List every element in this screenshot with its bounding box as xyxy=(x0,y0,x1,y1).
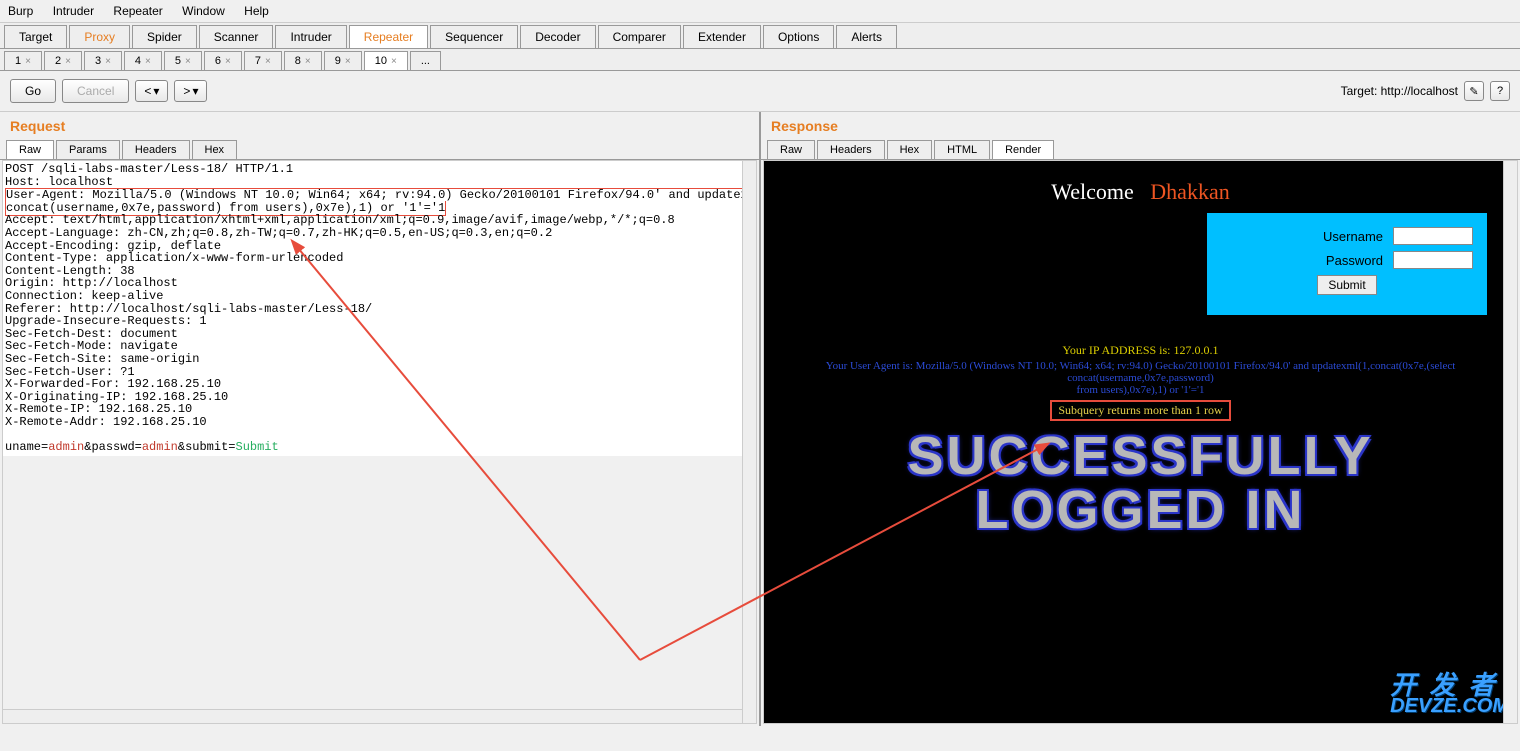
subtab-headers[interactable]: Headers xyxy=(122,140,190,159)
password-label: Password xyxy=(1326,253,1383,268)
history-back-button[interactable]: <▾ xyxy=(135,80,168,102)
close-icon[interactable]: × xyxy=(25,56,31,67)
subtab-headers[interactable]: Headers xyxy=(817,140,885,159)
close-icon[interactable]: × xyxy=(305,56,311,67)
welcome-heading: Welcome Dhakkan xyxy=(764,161,1517,213)
menu-intruder[interactable]: Intruder xyxy=(53,4,94,18)
session-tab-8[interactable]: 8× xyxy=(284,51,322,70)
tab-proxy[interactable]: Proxy xyxy=(69,25,130,48)
tab-spider[interactable]: Spider xyxy=(132,25,197,48)
tab-options[interactable]: Options xyxy=(763,25,834,48)
close-icon[interactable]: × xyxy=(265,56,271,67)
username-label: Username xyxy=(1323,229,1383,244)
watermark: 开 发 者 DEVZE.COM xyxy=(1390,674,1509,715)
dhakkan-label: Dhakkan xyxy=(1150,179,1229,204)
tab-scanner[interactable]: Scanner xyxy=(199,25,274,48)
menu-bar: Burp Intruder Repeater Window Help xyxy=(0,0,1520,23)
session-tab-6[interactable]: 6× xyxy=(204,51,242,70)
tab-alerts[interactable]: Alerts xyxy=(836,25,897,48)
tab-extender[interactable]: Extender xyxy=(683,25,761,48)
menu-burp[interactable]: Burp xyxy=(8,4,33,18)
main-tabs: Target Proxy Spider Scanner Intruder Rep… xyxy=(0,23,1520,49)
request-title: Request xyxy=(0,112,759,140)
tab-target[interactable]: Target xyxy=(4,25,67,48)
close-icon[interactable]: × xyxy=(225,56,231,67)
user-agent-line: Your User Agent is: Mozilla/5.0 (Windows… xyxy=(764,360,1517,396)
caret-down-icon: ▾ xyxy=(153,84,159,98)
ip-address-line: Your IP ADDRESS is: 127.0.0.1 xyxy=(764,343,1517,358)
menu-help[interactable]: Help xyxy=(244,4,269,18)
response-title: Response xyxy=(761,112,1520,140)
session-tab-5[interactable]: 5× xyxy=(164,51,202,70)
request-editor[interactable]: POST /sqli-labs-master/Less-18/ HTTP/1.1… xyxy=(2,160,757,724)
edit-target-button[interactable]: ✎ xyxy=(1464,81,1484,101)
response-subtabs: Raw Headers Hex HTML Render xyxy=(761,140,1520,160)
scrollbar-vertical[interactable] xyxy=(1503,161,1517,723)
chevron-right-icon: > xyxy=(183,84,190,98)
subtab-render[interactable]: Render xyxy=(992,140,1054,159)
username-input[interactable] xyxy=(1393,227,1473,245)
chevron-left-icon: < xyxy=(144,84,151,98)
session-tabs: 1× 2× 3× 4× 5× 6× 7× 8× 9× 10× ... xyxy=(0,49,1520,71)
go-button[interactable]: Go xyxy=(10,79,56,103)
subtab-raw[interactable]: Raw xyxy=(767,140,815,159)
subtab-html[interactable]: HTML xyxy=(934,140,990,159)
tab-decoder[interactable]: Decoder xyxy=(520,25,595,48)
session-tab-3[interactable]: 3× xyxy=(84,51,122,70)
session-tab-2[interactable]: 2× xyxy=(44,51,82,70)
request-text[interactable]: POST /sqli-labs-master/Less-18/ HTTP/1.1… xyxy=(3,161,756,456)
tab-sequencer[interactable]: Sequencer xyxy=(430,25,518,48)
subtab-params[interactable]: Params xyxy=(56,140,120,159)
close-icon[interactable]: × xyxy=(105,56,111,67)
session-tab-1[interactable]: 1× xyxy=(4,51,42,70)
subtab-hex[interactable]: Hex xyxy=(887,140,933,159)
close-icon[interactable]: × xyxy=(65,56,71,67)
toolbar: Go Cancel <▾ >▾ Target: http://localhost… xyxy=(0,71,1520,112)
logged-in-banner: SUCCESSFULLY LOGGED IN xyxy=(764,429,1517,537)
request-subtabs: Raw Params Headers Hex xyxy=(0,140,759,160)
password-input[interactable] xyxy=(1393,251,1473,269)
help-button[interactable]: ? xyxy=(1490,81,1510,101)
question-icon: ? xyxy=(1497,85,1503,97)
scrollbar-vertical[interactable] xyxy=(742,161,756,723)
pencil-icon: ✎ xyxy=(1469,85,1478,98)
close-icon[interactable]: × xyxy=(391,56,397,67)
subtab-raw[interactable]: Raw xyxy=(6,140,54,159)
scrollbar-horizontal[interactable] xyxy=(3,709,742,723)
highlighted-payload-line1: User-Agent: Mozilla/5.0 (Windows NT 10.0… xyxy=(5,188,754,202)
close-icon[interactable]: × xyxy=(145,56,151,67)
session-tab-7[interactable]: 7× xyxy=(244,51,282,70)
history-forward-button[interactable]: >▾ xyxy=(174,80,207,102)
response-render: Welcome Dhakkan Username Password Your I… xyxy=(763,160,1518,724)
error-box: Subquery returns more than 1 row xyxy=(1050,400,1230,421)
session-tab-10[interactable]: 10× xyxy=(364,51,408,70)
tab-comparer[interactable]: Comparer xyxy=(598,25,681,48)
session-tab-more[interactable]: ... xyxy=(410,51,441,70)
tab-repeater[interactable]: Repeater xyxy=(349,25,428,48)
response-panel: Response Raw Headers Hex HTML Render Wel… xyxy=(761,112,1520,726)
split-view: Request Raw Params Headers Hex POST /sql… xyxy=(0,112,1520,726)
tab-intruder[interactable]: Intruder xyxy=(275,25,346,48)
cancel-button[interactable]: Cancel xyxy=(62,79,129,103)
submit-button[interactable] xyxy=(1317,275,1376,295)
request-panel: Request Raw Params Headers Hex POST /sql… xyxy=(0,112,761,726)
target-label: Target: http://localhost xyxy=(1341,84,1458,98)
caret-down-icon: ▾ xyxy=(192,84,198,98)
session-tab-4[interactable]: 4× xyxy=(124,51,162,70)
menu-window[interactable]: Window xyxy=(182,4,225,18)
login-form: Username Password xyxy=(1207,213,1487,315)
subtab-hex[interactable]: Hex xyxy=(192,140,238,159)
close-icon[interactable]: × xyxy=(345,56,351,67)
close-icon[interactable]: × xyxy=(185,56,191,67)
session-tab-9[interactable]: 9× xyxy=(324,51,362,70)
menu-repeater[interactable]: Repeater xyxy=(113,4,162,18)
